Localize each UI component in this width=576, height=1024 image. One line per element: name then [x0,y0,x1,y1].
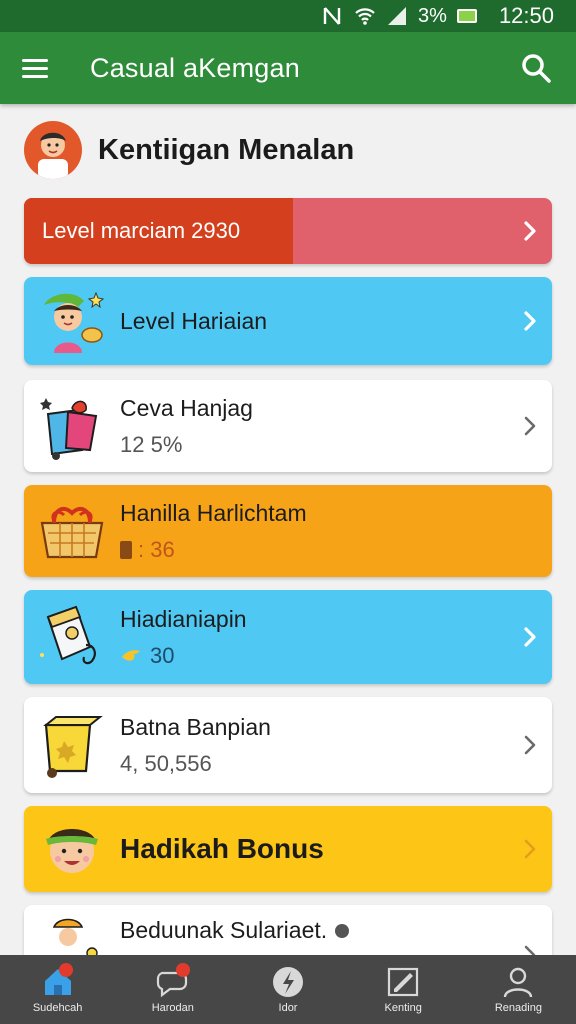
wifi-icon [355,8,375,25]
card-gift-basket[interactable]: Hanilla Harlichtam : 36 [24,485,552,577]
app-title: Casual aKemgan [90,52,300,83]
card-gift-bag[interactable]: Ceva Hanjag 12 5% [24,380,552,472]
nav-label: Renading [494,1002,542,1014]
gift-basket-icon [24,493,120,569]
chevron-right-icon [508,414,552,438]
nav-item-edit[interactable]: Kenting [346,955,461,1024]
level-progress-label: Level marciam 2930 [42,218,241,243]
card-title: Beduunak Sulariaet. [120,917,328,943]
status-bar: 3% 12:50 [0,0,576,32]
gift-bag-icon [24,388,120,464]
app-bar: Casual aKemgan [0,32,576,104]
card-value: 12 5% [120,431,183,457]
card-title: Hadikah Bonus [120,833,324,864]
level-progress-bar[interactable]: Level marciam 2930 [24,198,552,264]
chevron-right-icon [508,733,552,757]
page-title: Kentiigan Menalan [98,133,355,166]
bolt-icon [273,967,303,997]
menu-button[interactable] [22,50,58,86]
page-header: Kentiigan Menalan [24,118,552,182]
menu-icon-line [22,66,48,70]
signal-icon [388,7,407,25]
chevron-right-icon [508,837,552,861]
card-title: Hanilla Harlichtam [120,499,307,526]
card-value: : 36 [138,536,175,562]
card-title: Level Hariaian [120,307,268,334]
nav-label: Harodan [151,1002,194,1014]
nav-label: Sudehcah [32,1002,83,1014]
nfc-icon [323,7,341,25]
kid-with-headband-icon [24,811,120,887]
bird-icon [122,649,140,661]
card-value: 30 [150,642,175,668]
nav-label: Idor [278,1002,298,1014]
nav-item-bolt[interactable]: Idor [230,955,345,1024]
nav-item-profile[interactable]: Renading [461,955,576,1024]
menu-icon-line [22,58,48,62]
card-package[interactable]: Hiadianiapin 30 [24,590,552,684]
coin-icon [120,540,132,559]
nav-item-home[interactable]: Sudehcah [0,955,115,1024]
battery-percent: 3% [418,4,447,27]
bottom-navigation: Sudehcah Harodan Idor Kenting Renading [0,955,576,1024]
card-title: Ceva Hanjag [120,394,253,421]
edit-icon [388,967,419,997]
chevron-right-icon [508,309,552,333]
menu-icon-line [22,74,48,78]
card-bonus[interactable]: Hadikah Bonus [24,806,552,892]
card-title: Batna Banpian [120,713,271,740]
card-value-row: 30 [120,643,508,669]
package-icon [24,599,120,675]
verified-badge-icon [335,923,350,938]
chevron-right-icon [508,219,552,243]
profile-icon [504,967,533,998]
battery-icon [456,9,477,23]
card-value-row: : 36 [120,537,552,563]
card-title: Hiadianiapin [120,605,247,632]
nav-item-chat[interactable]: Harodan [115,955,230,1024]
shopping-cart-icon [24,707,120,783]
clock-time: 12:50 [498,3,554,28]
card-cart[interactable]: Batna Banpian 4, 50,556 [24,697,552,793]
card-level-daily[interactable]: Level Hariaian [24,277,552,365]
avatar[interactable] [24,121,82,179]
search-icon[interactable] [518,50,554,86]
chevron-right-icon [508,625,552,649]
card-value: 4, 50,556 [120,750,212,776]
kid-holding-bowl-icon [24,283,120,359]
nav-label: Kenting [384,1002,422,1014]
